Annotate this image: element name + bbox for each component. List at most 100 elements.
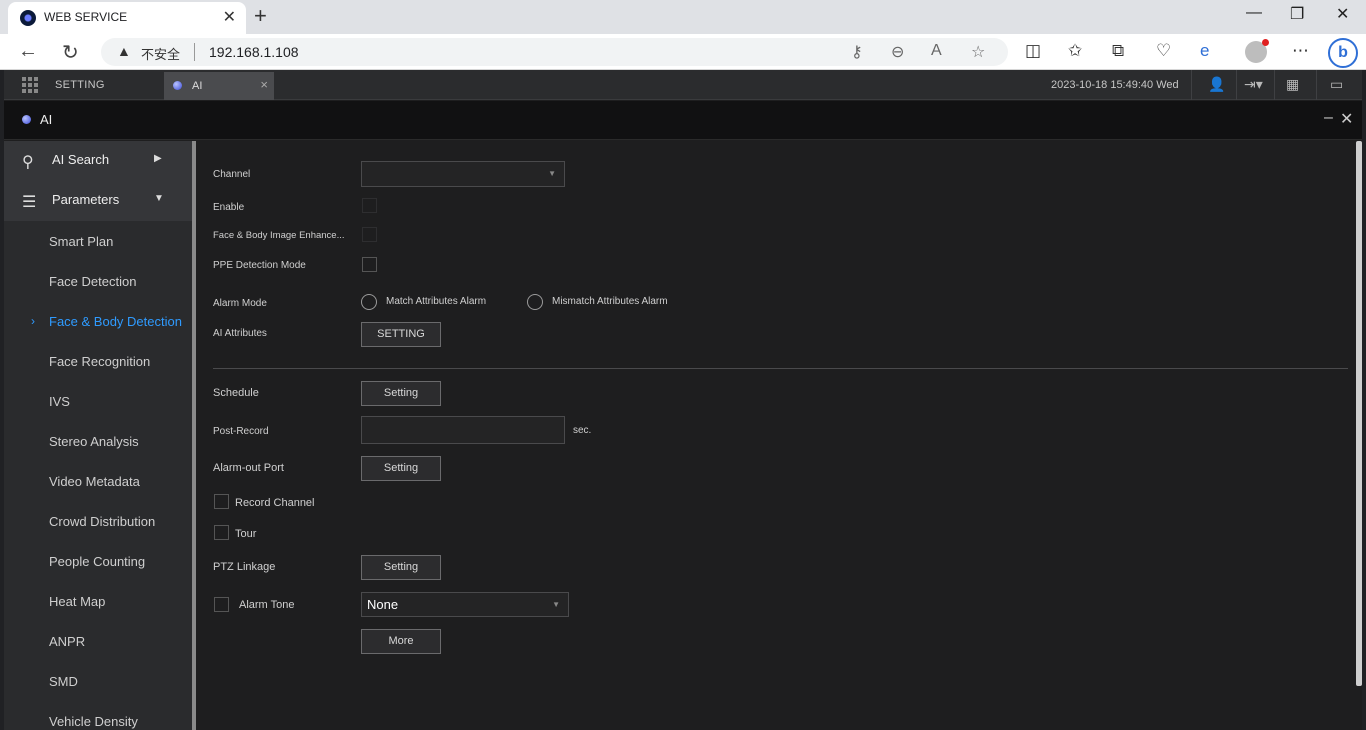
sidebar-item-label: Parameters (52, 192, 120, 207)
sidebar-item-heat-map[interactable]: Heat Map (4, 581, 192, 621)
bing-chat-icon[interactable]: b (1328, 38, 1358, 68)
sidebar-item-ivs[interactable]: IVS (4, 381, 192, 421)
sidebar-item-people-counting[interactable]: People Counting (4, 541, 192, 581)
post-record-label: Post-Record (213, 426, 269, 437)
chevron-down-icon: ▼ (154, 193, 164, 204)
logout-icon[interactable]: ⇥▾ (1244, 76, 1263, 93)
sidebar-item-crowd-distribution[interactable]: Crowd Distribution (4, 501, 192, 541)
key-icon[interactable]: ⚷ (851, 42, 863, 62)
record-channel-label: Record Channel (235, 497, 315, 509)
face-body-enhance-checkbox[interactable] (362, 227, 377, 242)
sidebar-item-label: ANPR (49, 634, 86, 649)
sidebar-item-label: Face Detection (49, 274, 137, 289)
sidebar: ⚲ AI Search ▶ ☰ Parameters ▼ Smart Plan F… (4, 141, 192, 730)
post-record-unit: sec. (573, 425, 592, 436)
browser-tab-title: WEB SERVICE (44, 10, 128, 24)
sidebar-item-vehicle-density[interactable]: Vehicle Density (4, 701, 192, 730)
close-window-icon[interactable]: ✕ (1336, 4, 1349, 24)
alarm-out-setting-button[interactable]: Setting (361, 456, 441, 481)
channel-select[interactable]: ▼ (361, 161, 565, 187)
sidebar-item-video-metadata[interactable]: Video Metadata (4, 461, 192, 501)
sidebar-item-parameters[interactable]: ☰ Parameters ▼ (4, 181, 192, 221)
sidebar-item-stereo-analysis[interactable]: Stereo Analysis (4, 421, 192, 461)
sidebar-item-anpr[interactable]: ANPR (4, 621, 192, 661)
alarm-tone-select[interactable]: None ▼ (361, 592, 569, 617)
restore-window-icon[interactable]: ❐ (1290, 4, 1304, 24)
main-menu-grid-icon[interactable] (22, 77, 38, 93)
back-icon[interactable]: ← (18, 40, 38, 63)
sidebar-item-label: Face & Body Detection (49, 314, 182, 329)
alarm-out-label: Alarm-out Port (213, 462, 284, 474)
warning-icon: ▲ (117, 43, 131, 59)
close-tab-icon[interactable]: ✕ (223, 7, 236, 27)
ppe-detection-checkbox[interactable] (362, 257, 377, 272)
chevron-right-icon: ▶ (154, 153, 162, 164)
sidebar-item-label: IVS (49, 394, 70, 409)
more-menu-icon[interactable]: ⋯ (1292, 41, 1309, 61)
ppe-detection-label: PPE Detection Mode (213, 260, 306, 271)
close-ai-tab-icon[interactable]: × (260, 77, 268, 92)
more-button[interactable]: More (361, 629, 441, 654)
alarm-tone-value: None (367, 597, 399, 612)
sidebar-item-label: People Counting (49, 554, 146, 569)
mismatch-attributes-radio[interactable] (527, 294, 543, 310)
favorites-icon[interactable]: ✩ (1068, 41, 1082, 61)
insecure-label: 不安全 (141, 47, 181, 62)
new-tab-icon[interactable]: + (254, 3, 267, 29)
schedule-setting-button[interactable]: Setting (361, 381, 441, 406)
sidebar-item-face-detection[interactable]: Face Detection (4, 261, 192, 301)
refresh-icon[interactable]: ↻ (62, 40, 79, 65)
sidebar-item-ai-search[interactable]: ⚲ AI Search ▶ (4, 141, 192, 181)
enable-label: Enable (213, 202, 245, 213)
zoom-icon[interactable]: ⊖ (891, 42, 904, 62)
sidebar-item-face-body-detection[interactable]: › Face & Body Detection (4, 301, 192, 341)
edge-ie-icon[interactable]: e (1200, 41, 1209, 61)
qr-code-icon[interactable]: ▦ (1286, 76, 1299, 93)
match-attributes-radio[interactable] (361, 294, 377, 310)
tour-checkbox[interactable] (214, 525, 229, 540)
sidebar-item-label: Video Metadata (49, 474, 140, 489)
browser-tab[interactable]: WEB SERVICE ✕ (8, 2, 246, 34)
minimize-window-icon[interactable]: — (1246, 4, 1262, 22)
display-icon[interactable]: ▭ (1330, 76, 1343, 93)
enable-checkbox[interactable] (362, 198, 377, 213)
sidebar-item-smart-plan[interactable]: Smart Plan (4, 221, 192, 261)
ai-attributes-setting-button[interactable]: SETTING (361, 322, 441, 347)
match-attributes-label: Match Attributes Alarm (386, 296, 487, 307)
split-screen-icon[interactable]: ◫ (1025, 41, 1041, 61)
browser-toolbar: ← ↻ ▲ 不安全 192.168.1.108 ⚷ ⊖ A ☆ ◫ ✩ ⧉ ♡ … (0, 34, 1366, 70)
sidebar-item-label: Vehicle Density (49, 714, 138, 729)
mismatch-attributes-label: Mismatch Attributes Alarm (552, 296, 668, 307)
user-icon[interactable]: 👤 (1208, 76, 1225, 93)
setting-tab[interactable]: SETTING (55, 79, 105, 91)
alarm-tone-label: Alarm Tone (239, 599, 295, 611)
header-divider (1191, 70, 1192, 100)
browser-tabstrip: WEB SERVICE ✕ + — ❐ ✕ (0, 0, 1366, 34)
alarm-tone-checkbox[interactable] (214, 597, 229, 612)
tour-label: Tour (235, 528, 257, 540)
header-divider (1236, 70, 1237, 100)
chevron-down-icon: ▼ (548, 169, 556, 178)
post-record-input[interactable] (361, 416, 565, 444)
ai-tab[interactable]: AI × (164, 72, 274, 100)
read-aloud-icon[interactable]: A (931, 42, 942, 60)
collections-icon[interactable]: ⧉ (1112, 41, 1124, 61)
ai-icon (173, 81, 182, 90)
close-icon[interactable]: ✕ (1340, 109, 1353, 129)
ptz-linkage-label: PTZ Linkage (213, 561, 276, 573)
performance-icon[interactable]: ♡ (1156, 41, 1171, 61)
sidebar-item-smd[interactable]: SMD (4, 661, 192, 701)
ptz-linkage-setting-button[interactable]: Setting (361, 555, 441, 580)
profile-avatar[interactable] (1245, 39, 1269, 63)
address-bar[interactable]: ▲ 不安全 192.168.1.108 ⚷ ⊖ A ☆ (101, 38, 1008, 66)
header-divider (1274, 70, 1275, 100)
ai-search-icon: ⚲ (22, 154, 34, 171)
main-scrollbar[interactable] (1356, 141, 1362, 686)
list-icon: ☰ (22, 194, 37, 211)
sidebar-item-label: Heat Map (49, 594, 106, 609)
favorite-star-icon[interactable]: ☆ (971, 42, 985, 62)
sidebar-item-label: Face Recognition (49, 354, 151, 369)
record-channel-checkbox[interactable] (214, 494, 229, 509)
sidebar-item-face-recognition[interactable]: Face Recognition (4, 341, 192, 381)
minimize-icon[interactable]: – (1324, 109, 1333, 127)
